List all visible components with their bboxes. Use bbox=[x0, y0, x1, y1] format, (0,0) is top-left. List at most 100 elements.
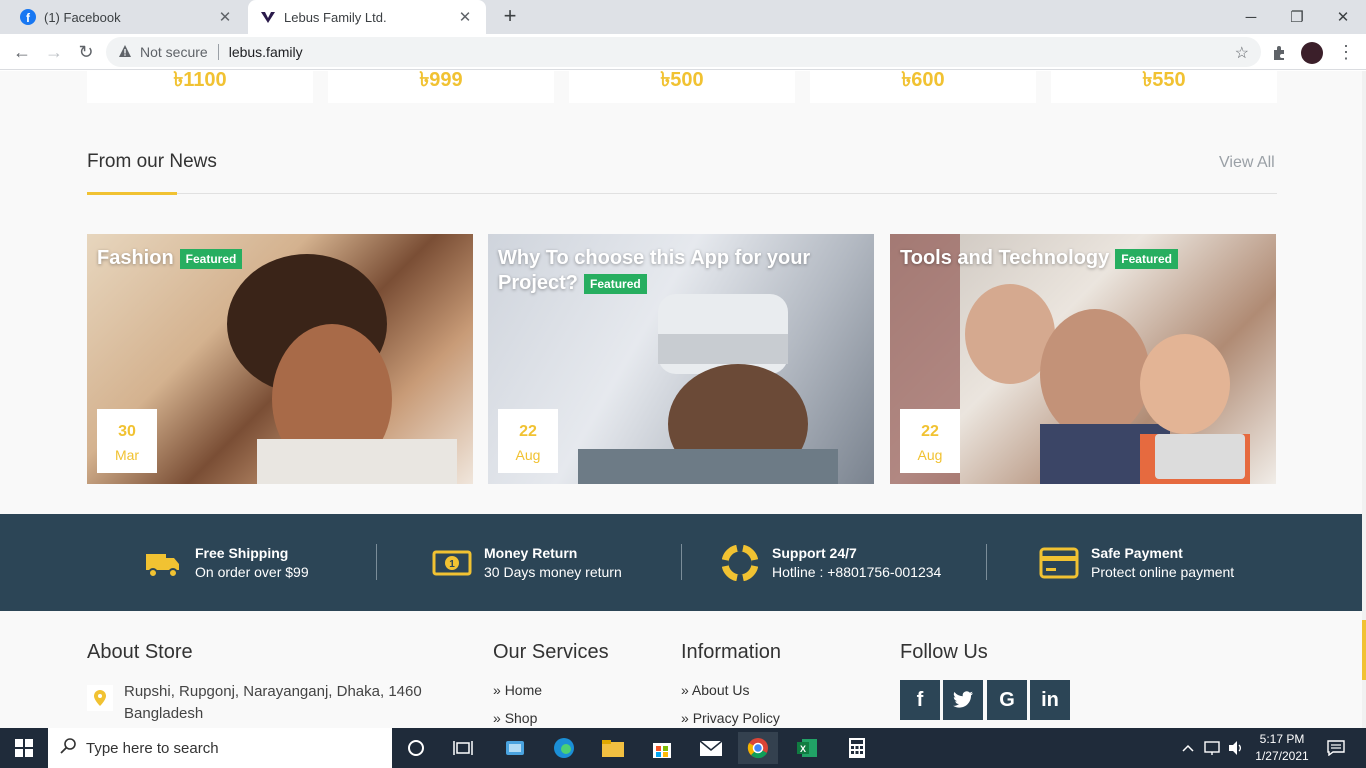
bookmark-star-icon[interactable]: ☆ bbox=[1235, 43, 1249, 63]
new-tab-button[interactable]: + bbox=[498, 5, 522, 29]
facebook-icon[interactable]: f bbox=[900, 680, 940, 720]
windows-start-icon[interactable] bbox=[4, 732, 44, 764]
news-card[interactable]: Fashion Featured 30 Mar bbox=[87, 234, 473, 484]
news-title: Fashion Featured bbox=[97, 246, 457, 271]
tab-facebook[interactable]: f (1) Facebook ✕ bbox=[8, 0, 246, 34]
divider bbox=[87, 193, 1277, 194]
footer-link-privacy-policy[interactable]: » Privacy Policy bbox=[681, 710, 780, 726]
calculator-icon[interactable] bbox=[837, 732, 877, 764]
link-label: Home bbox=[504, 682, 543, 698]
file-explorer-icon[interactable] bbox=[593, 732, 633, 764]
close-window-button[interactable]: ✕ bbox=[1320, 0, 1366, 34]
news-card[interactable]: Why To choose this App for your Project?… bbox=[488, 234, 874, 484]
profile-avatar[interactable] bbox=[1301, 42, 1323, 64]
facebook-icon: f bbox=[20, 9, 36, 25]
date-month: Aug bbox=[515, 447, 541, 463]
browser-tab-bar: f (1) Facebook ✕ Lebus Family Ltd. ✕ + ─… bbox=[0, 0, 1366, 34]
feature-subtitle: 30 Days money return bbox=[484, 564, 622, 580]
edge-browser-icon[interactable] bbox=[544, 732, 584, 764]
product-price: ৳600 bbox=[810, 71, 1036, 103]
linkedin-icon[interactable]: in bbox=[1030, 680, 1070, 720]
date-month: Aug bbox=[917, 447, 943, 463]
feature-subtitle: Hotline : +8801756-001234 bbox=[772, 564, 942, 580]
date-box: 22 Aug bbox=[498, 409, 558, 473]
product-price: ৳500 bbox=[569, 71, 795, 103]
location-pin-icon bbox=[87, 685, 113, 711]
date-month: Mar bbox=[114, 447, 140, 463]
address-bar[interactable]: Not secure lebus.family ☆ bbox=[106, 37, 1261, 67]
feature-title: Money Return bbox=[484, 545, 578, 561]
volume-icon[interactable] bbox=[1218, 732, 1254, 764]
feature-subtitle: On order over $99 bbox=[195, 564, 309, 580]
svg-text:1: 1 bbox=[449, 559, 455, 570]
clock[interactable]: 5:17 PM 1/27/2021 bbox=[1252, 731, 1312, 765]
title-underline bbox=[87, 192, 177, 195]
divider bbox=[217, 44, 219, 60]
tab-title: Lebus Family Ltd. bbox=[284, 9, 387, 25]
close-tab-icon[interactable]: ✕ bbox=[216, 8, 234, 26]
date-day: 30 bbox=[118, 423, 136, 440]
svg-text:X: X bbox=[800, 744, 806, 754]
tab-lebus[interactable]: Lebus Family Ltd. ✕ bbox=[248, 0, 486, 34]
url-text: lebus.family bbox=[228, 44, 303, 60]
feature-title: Safe Payment bbox=[1091, 545, 1183, 561]
truck-icon bbox=[143, 543, 183, 583]
footer-heading-about: About Store bbox=[87, 641, 193, 663]
footer-link-shop[interactable]: » Shop bbox=[493, 710, 537, 726]
excel-icon[interactable]: X bbox=[787, 732, 827, 764]
feature-title: Free Shipping bbox=[195, 545, 289, 561]
back-button[interactable]: ← bbox=[10, 40, 34, 64]
view-all-link[interactable]: View All bbox=[1219, 154, 1275, 172]
search-placeholder: Type here to search bbox=[86, 739, 219, 757]
footer-link-about-us[interactable]: » About Us bbox=[681, 682, 750, 698]
features-strip: Free Shipping On order over $99 1 Money … bbox=[0, 514, 1366, 611]
footer-heading-information: Information bbox=[681, 641, 782, 663]
chrome-icon[interactable] bbox=[738, 732, 778, 764]
google-icon[interactable]: G bbox=[987, 680, 1027, 720]
store-icon[interactable] bbox=[642, 732, 682, 764]
footer: About Store Rupshi, Rupgonj, Narayanganj… bbox=[0, 611, 1366, 728]
featured-badge: Featured bbox=[1115, 248, 1178, 269]
divider bbox=[376, 544, 377, 580]
news-card[interactable]: Tools and Technology Featured 22 Aug bbox=[890, 234, 1276, 484]
link-label: About Us bbox=[691, 682, 750, 698]
date-day: 22 bbox=[921, 423, 939, 440]
twitter-icon[interactable] bbox=[943, 680, 983, 720]
mail-icon[interactable] bbox=[691, 732, 731, 764]
feature-money-return: 1 Money Return 30 Days money return bbox=[432, 514, 622, 611]
browser-toolbar: ← → ↻ Not secure lebus.family ☆ ⋮ bbox=[0, 34, 1366, 70]
link-label: Shop bbox=[504, 710, 538, 726]
feature-title: Support 24/7 bbox=[772, 545, 857, 561]
money-icon: 1 bbox=[432, 543, 472, 583]
footer-heading-services: Our Services bbox=[493, 641, 609, 663]
date-box: 30 Mar bbox=[97, 409, 157, 473]
taskbar: Type here to search X 5:17 PM 1/27/2021 bbox=[0, 728, 1366, 768]
clock-time: 5:17 PM bbox=[1259, 732, 1305, 746]
extensions-icon[interactable] bbox=[1268, 42, 1290, 64]
news-title-text: Tools and Technology bbox=[900, 247, 1110, 269]
maximize-button[interactable]: ❐ bbox=[1274, 0, 1320, 34]
close-tab-icon[interactable]: ✕ bbox=[456, 8, 474, 26]
footer-heading-follow: Follow Us bbox=[900, 641, 988, 663]
featured-badge: Featured bbox=[584, 273, 647, 294]
credit-card-icon bbox=[1039, 543, 1079, 583]
notification-icon[interactable] bbox=[1316, 732, 1356, 764]
store-address: Rupshi, Rupgonj, Narayanganj, Dhaka, 146… bbox=[124, 683, 422, 722]
task-view-icon[interactable] bbox=[443, 732, 483, 764]
footer-link-home[interactable]: » Home bbox=[493, 682, 542, 698]
warning-icon bbox=[118, 44, 132, 61]
cortana-icon[interactable] bbox=[396, 732, 436, 764]
divider bbox=[681, 544, 682, 580]
tab-title: (1) Facebook bbox=[44, 9, 121, 25]
app-icon[interactable] bbox=[495, 732, 535, 764]
forward-button[interactable]: → bbox=[42, 40, 66, 64]
feature-free-shipping: Free Shipping On order over $99 bbox=[143, 514, 309, 611]
reload-button[interactable]: ↻ bbox=[74, 40, 98, 64]
taskbar-search-input[interactable]: Type here to search bbox=[48, 728, 392, 768]
link-label: Privacy Policy bbox=[692, 710, 780, 726]
security-label: Not secure bbox=[140, 44, 208, 60]
minimize-button[interactable]: ─ bbox=[1228, 0, 1274, 34]
menu-kebab-icon[interactable]: ⋮ bbox=[1334, 40, 1358, 64]
scroll-thumb[interactable] bbox=[1362, 620, 1366, 680]
feature-subtitle: Protect online payment bbox=[1091, 564, 1235, 580]
